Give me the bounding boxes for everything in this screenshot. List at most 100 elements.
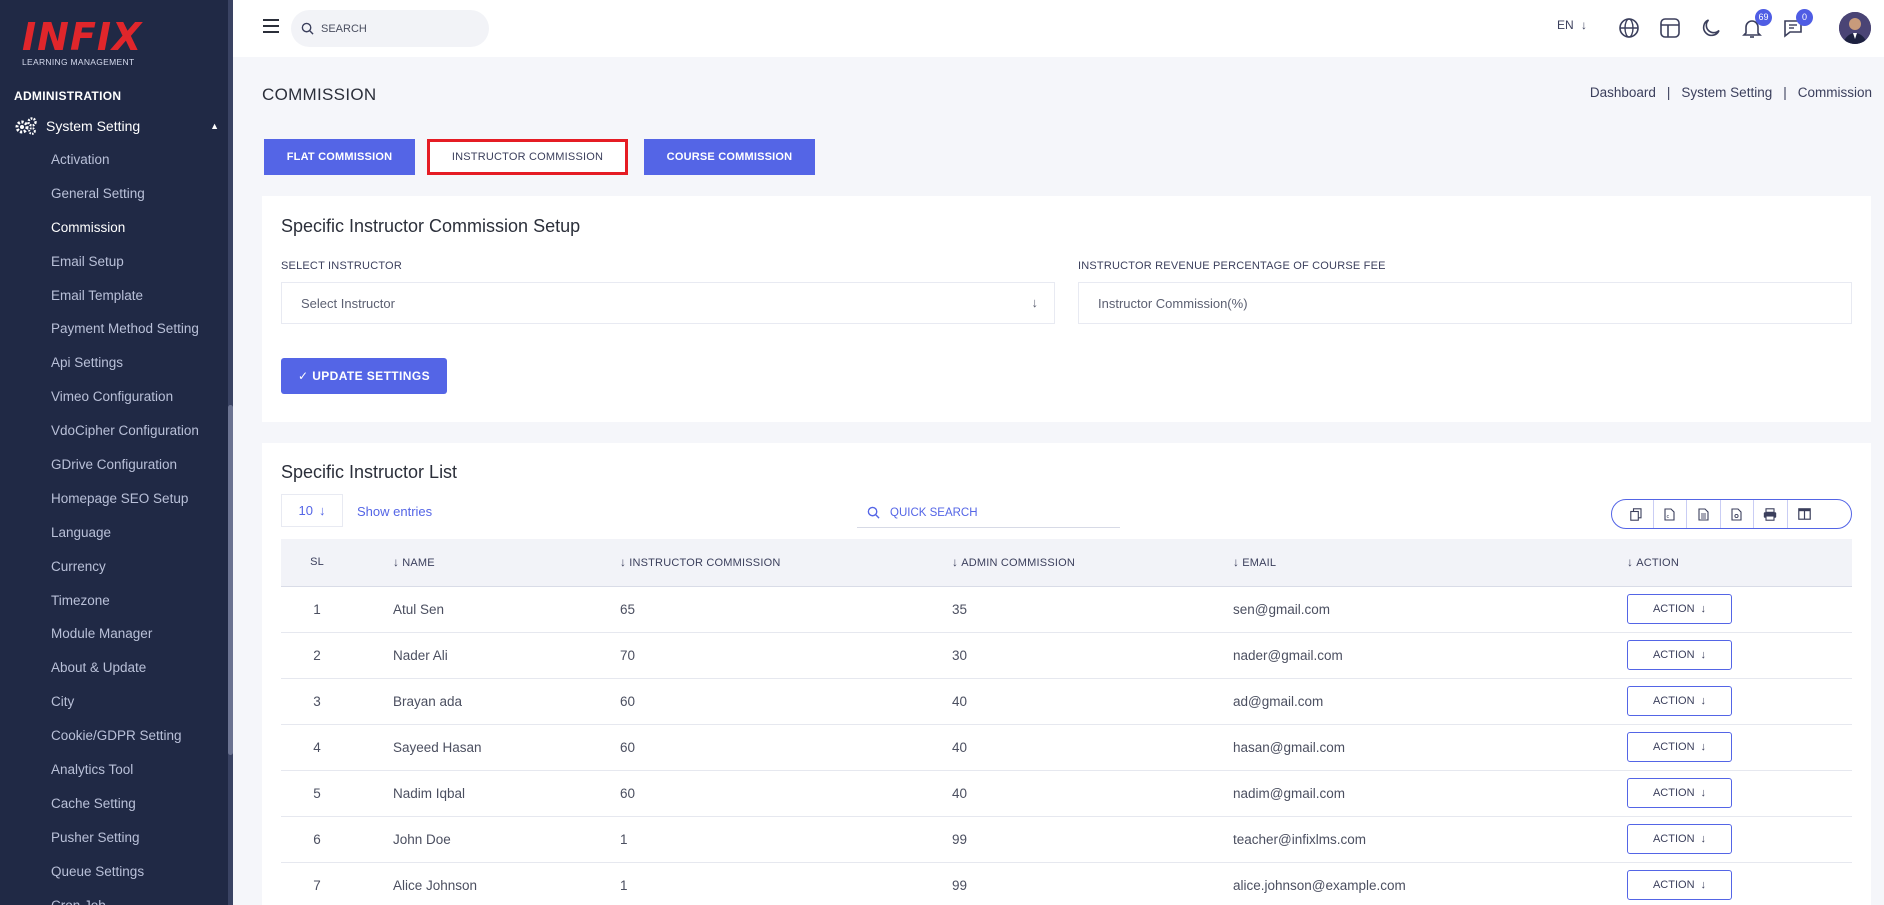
quick-search[interactable] — [857, 498, 1120, 528]
sidebar-item-pusher-setting[interactable]: Pusher Setting — [51, 828, 199, 862]
select-instructor-dropdown[interactable]: Select Instructor ↓ — [281, 282, 1055, 324]
language-selector[interactable]: EN ↓ — [1557, 18, 1587, 32]
sidebar-item-email-setup[interactable]: Email Setup — [51, 252, 199, 286]
quick-search-input[interactable] — [890, 506, 1090, 519]
sidebar-item-vdocipher-configuration[interactable]: VdoCipher Configuration — [51, 421, 199, 455]
cell-name: Alice Johnson — [393, 877, 478, 893]
sidebar-item-payment-method-setting[interactable]: Payment Method Setting — [51, 319, 199, 353]
column-header-instructor-commission[interactable]: ↓ INSTRUCTOR COMMISSION — [620, 539, 952, 586]
breadcrumb-dashboard[interactable]: Dashboard — [1590, 85, 1656, 100]
cell-admin-commission: 40 — [952, 785, 968, 801]
breadcrumb: Dashboard | System Setting | Commission — [1590, 85, 1872, 100]
update-settings-button[interactable]: ✓ UPDATE SETTINGS — [281, 358, 447, 394]
sidebar-item-activation[interactable]: Activation — [51, 150, 199, 184]
table-row: 3 Brayan ada 60 40 ad@gmail.com ACTION ↓ — [281, 678, 1852, 724]
row-action-button[interactable]: ACTION ↓ — [1627, 778, 1732, 808]
sidebar-item-general-setting[interactable]: General Setting — [51, 184, 199, 218]
row-action-button[interactable]: ACTION ↓ — [1627, 732, 1732, 762]
brand-logo[interactable]: INFIX LEARNING MANAGEMENT — [22, 18, 142, 67]
arrow-down-icon: ↓ — [1700, 603, 1707, 615]
sidebar-item-analytics-tool[interactable]: Analytics Tool — [51, 760, 199, 794]
pdf-icon — [1731, 507, 1742, 521]
row-action-button[interactable]: ACTION ↓ — [1627, 686, 1732, 716]
sidebar-item-currency[interactable]: Currency — [51, 557, 199, 591]
print-icon — [1764, 507, 1777, 521]
row-action-button[interactable]: ACTION ↓ — [1627, 824, 1732, 854]
tab-course-commission[interactable]: COURSE COMMISSION — [644, 139, 815, 175]
global-search[interactable] — [291, 10, 489, 47]
logo-text: INFIX — [22, 15, 143, 59]
print-button[interactable] — [1754, 500, 1788, 528]
pdf-export-button[interactable] — [1721, 500, 1754, 528]
topbar: EN ↓ 69 0 — [233, 0, 1884, 57]
cell-email: nadim@gmail.com — [1233, 785, 1345, 801]
cell-name: Nader Ali — [393, 647, 448, 663]
messages-button[interactable]: 0 — [1781, 9, 1813, 40]
sidebar-scrollbar-thumb[interactable] — [228, 405, 233, 755]
cell-email: sen@gmail.com — [1233, 601, 1330, 617]
sidebar-item-homepage-seo-setup[interactable]: Homepage SEO Setup — [51, 489, 199, 523]
revenue-percentage-field[interactable]: Instructor Commission(%) — [1078, 282, 1852, 324]
sidebar-item-timezone[interactable]: Timezone — [51, 591, 199, 625]
entries-select[interactable]: 10 ↓ — [281, 494, 343, 527]
row-action-button[interactable]: ACTION ↓ — [1627, 870, 1732, 900]
sidebar-group-system-setting[interactable]: System Setting ▲ — [14, 115, 219, 137]
action-label: ACTION — [1652, 833, 1695, 845]
breadcrumb-system-setting[interactable]: System Setting — [1681, 85, 1772, 100]
sidebar-menu: Activation General Setting Commission Em… — [51, 150, 199, 905]
column-header-name[interactable]: ↓ NAME — [393, 539, 620, 586]
csv-icon: c — [1664, 507, 1675, 521]
cell-action: ACTION ↓ — [1627, 770, 1852, 816]
column-header-admin-commission[interactable]: ↓ ADMIN COMMISSION — [952, 539, 1233, 586]
breadcrumb-commission[interactable]: Commission — [1798, 85, 1872, 100]
column-visibility-button[interactable] — [1788, 500, 1822, 528]
sidebar-item-module-manager[interactable]: Module Manager — [51, 624, 199, 658]
sidebar-item-vimeo-configuration[interactable]: Vimeo Configuration — [51, 387, 199, 421]
row-action-button[interactable]: ACTION ↓ — [1627, 640, 1732, 670]
sidebar-scrollbar[interactable] — [228, 0, 233, 905]
tab-instructor-commission[interactable]: INSTRUCTOR COMMISSION — [427, 139, 628, 175]
sidebar-item-gdrive-configuration[interactable]: GDrive Configuration — [51, 455, 199, 489]
excel-export-button[interactable] — [1687, 500, 1721, 528]
search-input[interactable] — [321, 22, 471, 35]
search-icon — [301, 22, 314, 35]
svg-text:c: c — [1667, 514, 1670, 520]
table-row: 6 John Doe 1 99 teacher@infixlms.com ACT… — [281, 816, 1852, 862]
tab-flat-commission[interactable]: FLAT COMMISSION — [264, 139, 415, 175]
cell-name: Atul Sen — [393, 601, 445, 617]
cell-action: ACTION ↓ — [1627, 862, 1852, 905]
cell-sl: 3 — [313, 693, 321, 709]
column-header-email[interactable]: ↓ EMAIL — [1233, 539, 1627, 586]
cell-name: Sayeed Hasan — [393, 739, 482, 755]
sidebar-item-queue-settings[interactable]: Queue Settings — [51, 862, 199, 896]
globe-icon[interactable] — [1617, 16, 1641, 40]
sidebar-item-email-template[interactable]: Email Template — [51, 286, 199, 320]
sidebar-item-cron-job[interactable]: Cron Job — [51, 896, 199, 905]
sidebar-item-language[interactable]: Language — [51, 523, 199, 557]
sidebar-item-city[interactable]: City — [51, 692, 199, 726]
page-title: COMMISSION — [262, 85, 377, 104]
menu-toggle-icon[interactable] — [263, 19, 279, 33]
column-header-sl[interactable]: SL — [281, 539, 393, 586]
cell-action: ACTION ↓ — [1627, 678, 1852, 724]
cell-email: alice.johnson@example.com — [1233, 877, 1406, 893]
user-avatar[interactable] — [1839, 12, 1871, 44]
column-header-action[interactable]: ↓ ACTION — [1627, 539, 1852, 586]
layout-icon[interactable] — [1658, 16, 1682, 40]
sidebar-item-cookie-gdpr-setting[interactable]: Cookie/GDPR Setting — [51, 726, 199, 760]
sidebar-item-commission[interactable]: Commission — [51, 218, 199, 252]
row-action-button[interactable]: ACTION ↓ — [1627, 594, 1732, 624]
table-row: 4 Sayeed Hasan 60 40 hasan@gmail.com ACT… — [281, 724, 1852, 770]
csv-export-button[interactable]: c — [1654, 500, 1687, 528]
setup-card-title: Specific Instructor Commission Setup — [281, 216, 581, 236]
notifications-button[interactable]: 69 — [1740, 9, 1772, 40]
sidebar-item-about-update[interactable]: About & Update — [51, 658, 199, 692]
sort-arrow-icon: ↓ — [620, 555, 627, 570]
copy-button[interactable] — [1620, 500, 1654, 528]
sidebar-item-cache-setting[interactable]: Cache Setting — [51, 794, 199, 828]
arrow-down-icon: ↓ — [1700, 833, 1707, 845]
cell-action: ACTION ↓ — [1627, 632, 1852, 678]
action-label: ACTION — [1652, 879, 1695, 891]
sidebar-item-api-settings[interactable]: Api Settings — [51, 353, 199, 387]
moon-icon[interactable] — [1699, 16, 1723, 40]
